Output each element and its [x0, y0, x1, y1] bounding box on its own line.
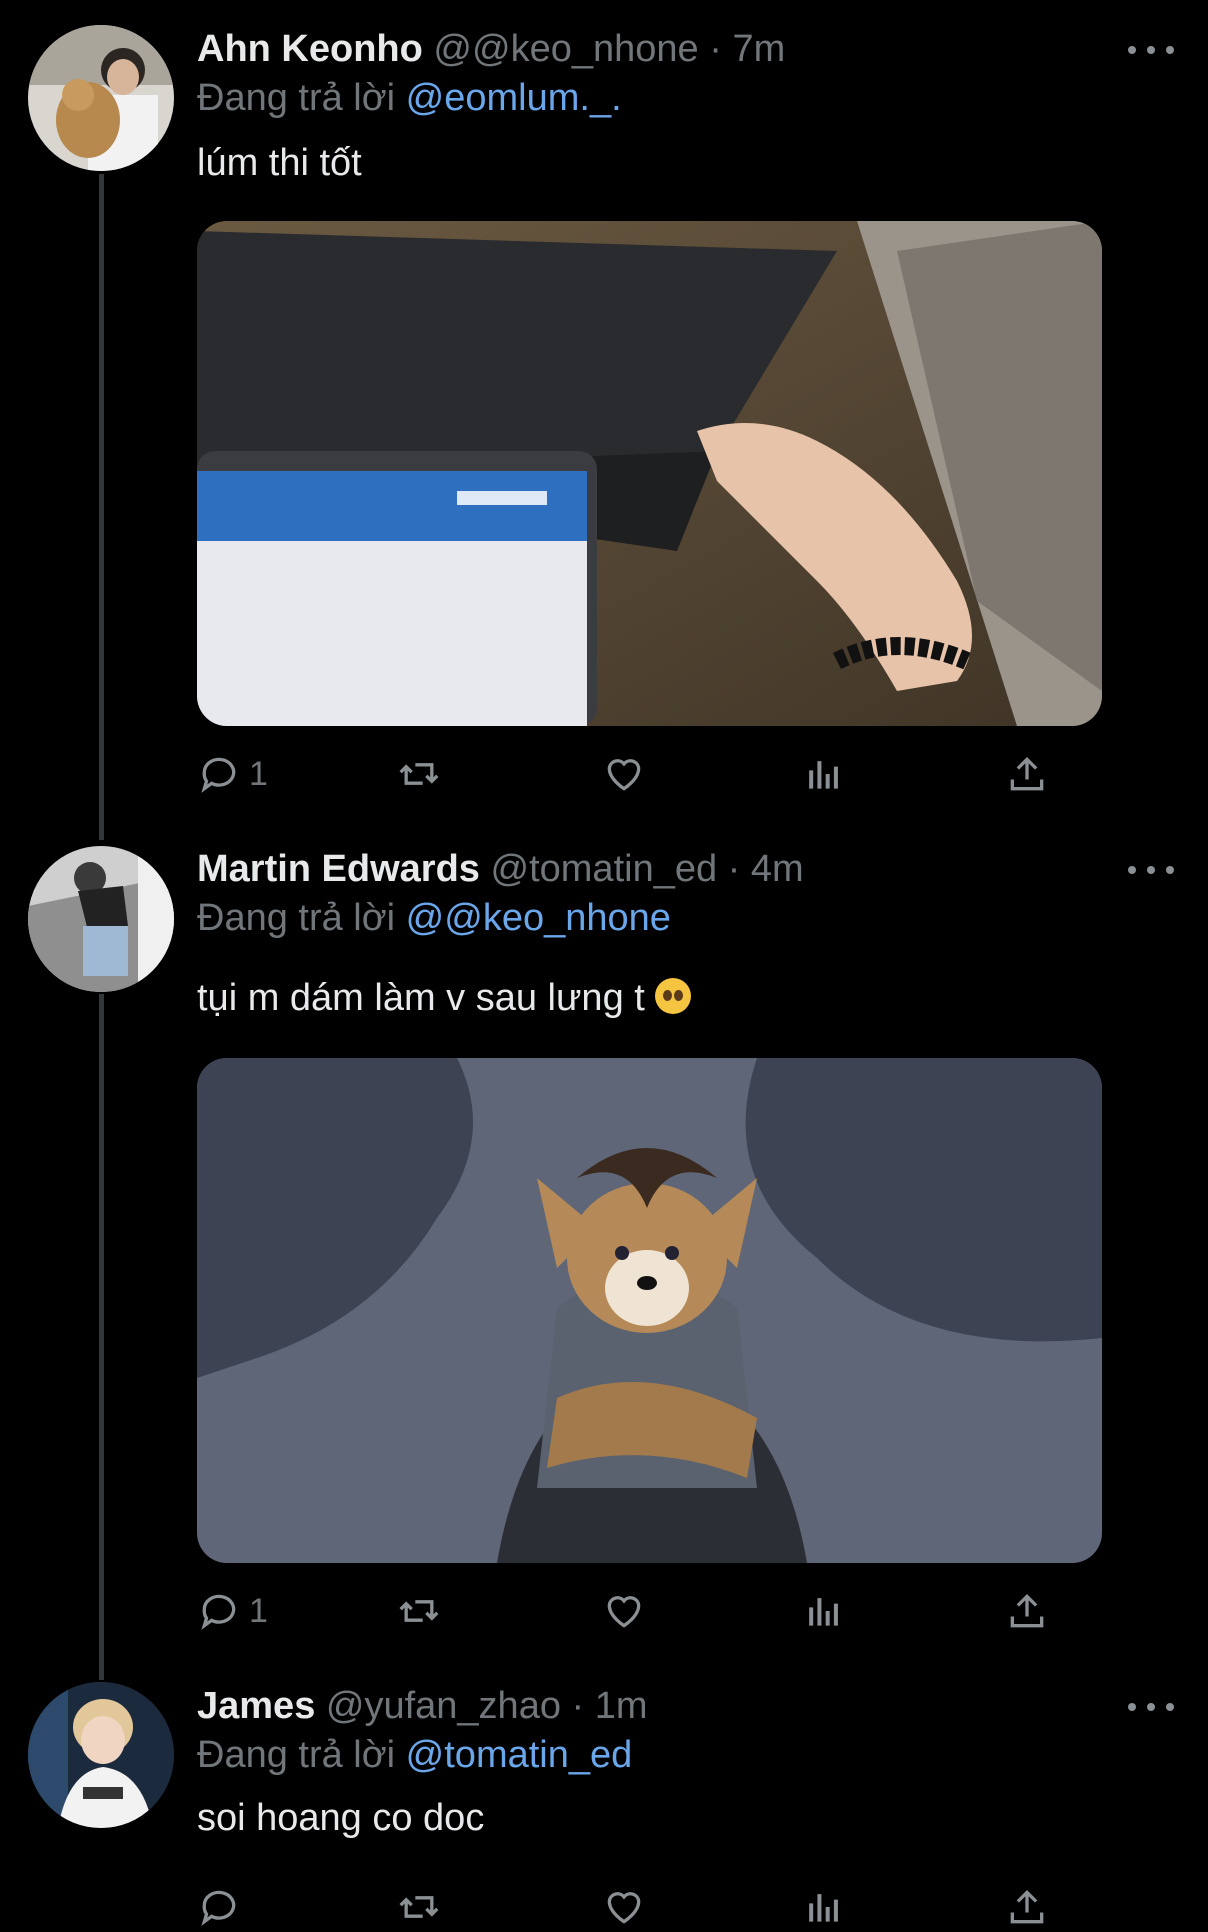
tweet-item[interactable]: Martin Edwards @tomatin_ed · 4m Đang trả…	[0, 820, 1208, 1660]
tweet-media-image[interactable]	[197, 221, 1102, 726]
replying-to: Đang trả lời @eomlum._.	[197, 75, 622, 121]
like-icon	[607, 1892, 641, 1924]
tweet-media-image[interactable]	[197, 1058, 1102, 1563]
retweet-button[interactable]	[397, 1586, 441, 1636]
views-button[interactable]	[802, 1586, 846, 1636]
more-icon	[1128, 866, 1136, 874]
replying-to-label: Đang trả lời	[197, 1734, 396, 1776]
tweet-actions	[197, 1882, 1057, 1932]
share-icon	[1010, 1889, 1044, 1924]
avatar[interactable]	[28, 1682, 174, 1828]
more-icon	[1128, 46, 1136, 54]
avatar-image	[28, 25, 174, 171]
tweet-text-wrapper: tụi m dám làm v sau lưng t	[197, 975, 692, 1021]
separator-dot: ·	[727, 848, 741, 890]
more-icon-dot	[1147, 46, 1155, 54]
views-icon	[809, 1894, 838, 1922]
reply-button[interactable]	[197, 1882, 249, 1932]
tweet-item[interactable]: James @yufan_zhao · 1m Đang trả lời @tom…	[0, 1657, 1208, 1926]
reply-icon	[201, 757, 236, 793]
views-button[interactable]	[802, 749, 846, 799]
share-button[interactable]	[1005, 749, 1049, 799]
views-icon	[809, 1598, 838, 1626]
separator-dot: ·	[709, 28, 722, 70]
like-button[interactable]	[602, 1586, 646, 1636]
tweet-time[interactable]: 4m	[751, 848, 804, 890]
tweet-text: lúm thi tốt	[197, 142, 362, 184]
reply-button[interactable]: 1	[197, 1586, 268, 1636]
retweet-button[interactable]	[397, 1882, 441, 1932]
pleading-face-emoji	[655, 978, 692, 1014]
like-button[interactable]	[602, 749, 646, 799]
avatar[interactable]	[28, 25, 174, 171]
more-icon-dot	[1166, 1703, 1174, 1711]
tweet-text: tụi m dám làm v sau lưng t	[197, 977, 645, 1019]
avatar-image	[28, 1682, 174, 1828]
reply-mention-link[interactable]: @tomatin_ed	[406, 1734, 633, 1776]
avatar-image	[28, 846, 174, 992]
tweet-time[interactable]: 1m	[595, 1685, 648, 1727]
reply-icon	[201, 1890, 236, 1926]
separator-dot: ·	[571, 1685, 585, 1727]
reply-mention-link[interactable]: @eomlum._.	[406, 77, 622, 119]
views-icon	[809, 761, 838, 789]
retweet-icon	[399, 1896, 439, 1918]
retweet-icon	[399, 1600, 439, 1622]
tweet-actions: 1	[197, 1586, 1057, 1636]
replying-to: Đang trả lời @tomatin_ed	[197, 1732, 632, 1778]
like-icon	[607, 1596, 641, 1628]
views-button[interactable]	[802, 1882, 846, 1932]
reply-icon	[201, 1594, 236, 1630]
more-icon-dot	[1147, 866, 1155, 874]
replying-to-label: Đang trả lời	[197, 77, 396, 119]
more-icon-dot	[1147, 1703, 1155, 1711]
share-button[interactable]	[1005, 1882, 1049, 1932]
author-handle[interactable]: @yufan_zhao	[326, 1685, 561, 1727]
tweet-header: James @yufan_zhao · 1m	[197, 1683, 648, 1729]
like-icon	[607, 759, 641, 791]
author-handle[interactable]: @@keo_nhone	[433, 28, 698, 70]
media-photo	[197, 1058, 1102, 1563]
avatar[interactable]	[28, 846, 174, 992]
author-name[interactable]: Martin Edwards	[197, 848, 480, 890]
reply-button[interactable]: 1	[197, 749, 268, 799]
tweet-item[interactable]: Ahn Keonho @@keo_nhone · 7m Đang trả lời…	[0, 0, 1208, 820]
reply-mention-link[interactable]: @@keo_nhone	[406, 897, 671, 939]
more-options-button[interactable]	[1128, 860, 1174, 880]
author-handle[interactable]: @tomatin_ed	[491, 848, 718, 890]
like-button[interactable]	[602, 1882, 646, 1932]
more-icon	[1128, 1703, 1136, 1711]
tweet-text: soi hoang co doc	[197, 1797, 485, 1839]
share-button[interactable]	[1005, 1586, 1049, 1636]
tweet-header: Martin Edwards @tomatin_ed · 4m	[197, 846, 804, 892]
reply-count: 1	[249, 1591, 268, 1630]
replying-to: Đang trả lời @@keo_nhone	[197, 895, 671, 941]
more-options-button[interactable]	[1128, 1697, 1174, 1717]
tweet-time[interactable]: 7m	[732, 28, 785, 70]
author-name[interactable]: James	[197, 1685, 315, 1727]
more-icon-dot	[1166, 866, 1174, 874]
tweet-actions: 1	[197, 749, 1057, 799]
share-icon	[1010, 1593, 1044, 1628]
media-photo	[197, 221, 1102, 726]
retweet-button[interactable]	[397, 749, 441, 799]
more-icon-dot	[1166, 46, 1174, 54]
replying-to-label: Đang trả lời	[197, 897, 396, 939]
more-options-button[interactable]	[1128, 40, 1174, 60]
reply-count: 1	[249, 754, 268, 793]
author-name[interactable]: Ahn Keonho	[197, 28, 423, 70]
share-icon	[1010, 756, 1044, 791]
tweet-header: Ahn Keonho @@keo_nhone · 7m	[197, 26, 785, 72]
retweet-icon	[399, 763, 439, 785]
